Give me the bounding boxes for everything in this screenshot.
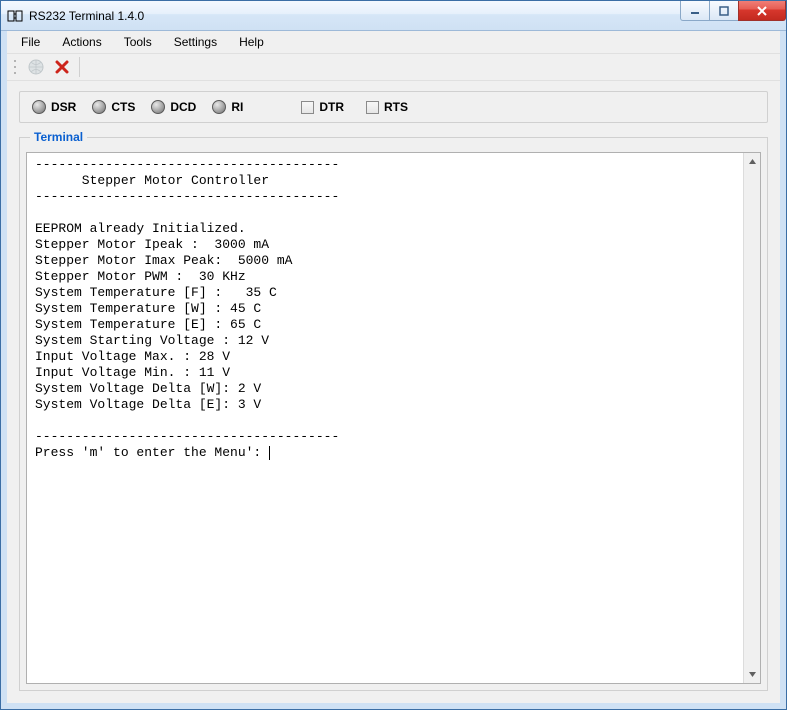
terminal-frame: --------------------------------------- … — [26, 152, 761, 684]
menu-actions[interactable]: Actions — [52, 33, 111, 51]
menu-file[interactable]: File — [11, 33, 50, 51]
led-label: DSR — [51, 100, 76, 114]
disconnect-button[interactable] — [51, 56, 73, 78]
checkbox-icon — [301, 101, 314, 114]
led-icon — [32, 100, 46, 114]
window-title: RS232 Terminal 1.4.0 — [29, 9, 144, 23]
connect-button[interactable] — [25, 56, 47, 78]
signal-status-panel: DSR CTS DCD RI DTR — [19, 91, 768, 123]
menu-tools[interactable]: Tools — [114, 33, 162, 51]
close-button[interactable] — [738, 1, 786, 21]
menu-help[interactable]: Help — [229, 33, 274, 51]
toolbar — [7, 53, 780, 81]
minimize-button[interactable] — [680, 1, 710, 21]
maximize-button[interactable] — [709, 1, 739, 21]
led-ri: RI — [212, 100, 243, 114]
checkbox-icon — [366, 101, 379, 114]
checkbox-rts[interactable]: RTS — [366, 100, 408, 114]
checkbox-label: DTR — [319, 100, 344, 114]
output-signals: DTR RTS — [301, 100, 408, 114]
terminal-group: Terminal -------------------------------… — [19, 137, 768, 691]
toolbar-separator — [79, 57, 80, 77]
input-signals: DSR CTS DCD RI — [32, 100, 243, 114]
checkbox-label: RTS — [384, 100, 408, 114]
led-icon — [92, 100, 106, 114]
window-controls — [681, 1, 786, 21]
led-dsr: DSR — [32, 100, 76, 114]
scroll-down-button[interactable] — [744, 666, 760, 683]
terminal-scrollbar[interactable] — [743, 153, 760, 683]
scroll-track[interactable] — [744, 170, 760, 666]
led-dcd: DCD — [151, 100, 196, 114]
led-cts: CTS — [92, 100, 135, 114]
titlebar[interactable]: RS232 Terminal 1.4.0 — [1, 1, 786, 31]
menubar: File Actions Tools Settings Help — [7, 31, 780, 53]
terminal-cursor — [269, 446, 270, 460]
app-window: RS232 Terminal 1.4.0 File Actions Tools … — [0, 0, 787, 710]
led-label: RI — [231, 100, 243, 114]
led-label: DCD — [170, 100, 196, 114]
scroll-up-button[interactable] — [744, 153, 760, 170]
terminal-output[interactable]: --------------------------------------- … — [27, 153, 743, 683]
toolbar-grip — [13, 58, 19, 76]
app-icon — [7, 8, 23, 24]
led-icon — [212, 100, 226, 114]
led-icon — [151, 100, 165, 114]
menu-settings[interactable]: Settings — [164, 33, 227, 51]
led-label: CTS — [111, 100, 135, 114]
client-area: File Actions Tools Settings Help — [1, 31, 786, 709]
checkbox-dtr[interactable]: DTR — [301, 100, 344, 114]
terminal-legend: Terminal — [30, 130, 87, 144]
